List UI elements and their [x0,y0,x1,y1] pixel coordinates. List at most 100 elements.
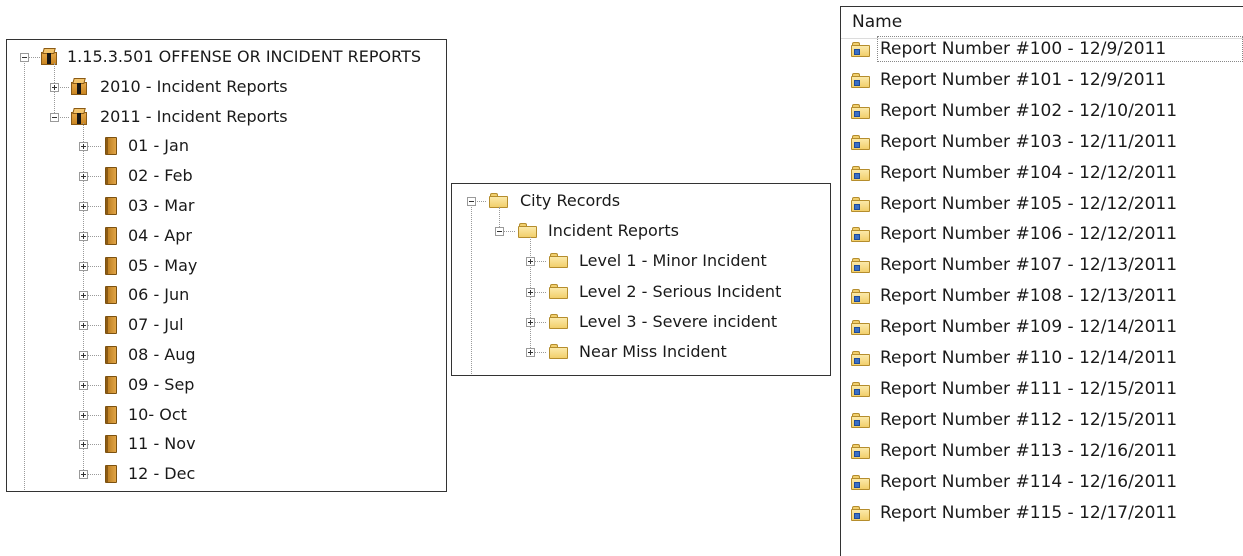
folder-icon [549,283,568,299]
month-expand-toggle[interactable] [79,321,88,331]
archive-box-icon [71,107,87,125]
incident-level-expand-toggle[interactable] [526,348,535,357]
city-records-tree-panel: City Records Incident Reports Level 1 - Mi… [451,183,831,376]
city-records-collapse-toggle[interactable] [467,197,476,206]
folder-shortcut-icon [851,505,870,521]
report-list-item[interactable]: Report Number #100 - 12/9/2011 [841,35,1243,65]
report-name: Report Number #102 - 12/10/2011 [880,100,1178,121]
report-name: Report Number #101 - 12/9/2011 [880,69,1167,90]
binder-icon [105,375,117,394]
folder-shortcut-icon [851,412,870,428]
tree-node-root[interactable]: 1.15.3.501 OFFENSE OR INCIDENT REPORTS [67,45,421,69]
folder-shortcut-icon [851,443,870,459]
binder-icon [105,167,117,186]
folder-icon [549,344,568,359]
report-list-item[interactable]: Report Number #106 - 12/12/2011 [841,220,1243,250]
tree-node-month[interactable]: 08 - Aug [128,343,196,367]
binder-icon [105,226,117,245]
report-name: Report Number #105 - 12/12/2011 [880,193,1178,214]
tree-node-month[interactable]: 07 - Jul [128,313,184,337]
report-list-item[interactable]: Report Number #108 - 12/13/2011 [841,282,1243,312]
tree-line [471,201,472,375]
folder-shortcut-icon [851,289,870,305]
folder-shortcut-icon [851,227,870,243]
binder-icon [105,316,117,335]
report-list-item[interactable]: Report Number #107 - 12/13/2011 [841,251,1243,281]
year-expand-toggle[interactable] [50,112,59,122]
month-expand-toggle[interactable] [79,351,88,360]
tree-node-incident-level[interactable]: Level 3 - Severe incident [579,310,777,334]
tree-line [24,57,25,491]
report-list-item[interactable]: Report Number #101 - 12/9/2011 [841,66,1243,96]
year-expand-toggle[interactable] [50,82,59,92]
binder-icon [105,405,117,424]
tree-node-incident-reports[interactable]: Incident Reports [548,219,679,243]
folder-shortcut-icon [851,42,870,57]
month-expand-toggle[interactable] [79,142,88,152]
tree-node-month[interactable]: 12 - Dec [128,462,195,486]
tree-node-month[interactable]: 05 - May [128,254,197,278]
tree-node-incident-level[interactable]: Level 1 - Minor Incident [579,249,767,273]
folder-shortcut-icon [851,320,870,336]
incident-level-expand-toggle[interactable] [526,257,535,267]
report-name: Report Number #103 - 12/11/2011 [880,131,1178,152]
tree-node-month[interactable]: 11 - Nov [128,432,196,456]
tree-node-incident-level[interactable]: Level 2 - Serious Incident [579,280,781,304]
tree-node-month[interactable]: 09 - Sep [128,373,194,397]
report-list-item[interactable]: Report Number #105 - 12/12/2011 [841,190,1243,220]
tree-node-month[interactable]: 03 - Mar [128,194,195,218]
report-list-item[interactable]: Report Number #112 - 12/15/2011 [841,406,1243,436]
month-expand-toggle[interactable] [79,380,88,390]
report-list-item[interactable]: Report Number #109 - 12/14/2011 [841,313,1243,343]
name-column-header-label: Name [852,12,903,32]
records-tree: 1.15.3.501 OFFENSE OR INCIDENT REPORTS 20… [7,40,446,491]
tree-node-city-records[interactable]: City Records [520,189,620,213]
archive-box-icon [71,77,87,95]
folder-shortcut-icon [851,351,870,366]
tree-node-month[interactable]: 02 - Feb [128,164,193,188]
report-list-item[interactable]: Report Number #114 - 12/16/2011 [841,468,1243,498]
month-expand-toggle[interactable] [79,410,88,420]
report-list-item[interactable]: Report Number #102 - 12/10/2011 [841,97,1243,127]
report-name: Report Number #115 - 12/17/2011 [880,502,1178,523]
tree-node-year[interactable]: 2010 - Incident Reports [100,75,288,99]
report-list-item[interactable]: Report Number #104 - 12/12/2011 [841,159,1243,189]
report-list-item[interactable]: Report Number #110 - 12/14/2011 [841,344,1243,374]
tree-node-incident-level[interactable]: Near Miss Incident [579,340,727,364]
month-expand-toggle[interactable] [79,202,88,211]
tree-node-month[interactable]: 04 - Apr [128,224,192,248]
month-expand-toggle[interactable] [79,261,88,271]
report-list-item[interactable]: Report Number #113 - 12/16/2011 [841,437,1243,467]
binder-icon [105,286,117,305]
report-list-item[interactable]: Report Number #111 - 12/15/2011 [841,375,1243,405]
report-name: Report Number #100 - 12/9/2011 [877,36,1243,62]
month-expand-toggle[interactable] [79,470,88,480]
report-list-item[interactable]: Report Number #103 - 12/11/2011 [841,128,1243,158]
binder-icon [105,346,117,364]
report-name: Report Number #108 - 12/13/2011 [880,286,1178,307]
folder-shortcut-icon [851,72,870,88]
incident-level-expand-toggle[interactable] [526,287,535,297]
month-expand-toggle[interactable] [79,172,88,182]
tree-node-month[interactable]: 06 - Jun [128,283,189,307]
month-expand-toggle[interactable] [79,231,88,241]
report-list-item[interactable]: Report Number #115 - 12/17/2011 [841,499,1243,529]
binder-icon [105,256,117,275]
report-name: Report Number #114 - 12/16/2011 [880,471,1178,492]
folder-shortcut-icon [851,196,870,212]
tree-node-month[interactable]: 10- Oct [128,403,187,427]
tree-node-year[interactable]: 2011 - Incident Reports [100,105,288,129]
root-collapse-toggle[interactable] [20,53,29,62]
month-expand-toggle[interactable] [79,440,88,450]
binder-icon [105,435,117,454]
incident-level-expand-toggle[interactable] [526,317,535,327]
folder-shortcut-icon [851,474,870,490]
folder-shortcut-icon [851,134,870,150]
incident-reports-collapse-toggle[interactable] [495,227,504,237]
report-name: Report Number #104 - 12/12/2011 [880,162,1178,183]
folder-shortcut-icon [851,165,870,181]
tree-node-month[interactable]: 01 - Jan [128,134,189,158]
report-name: Report Number #113 - 12/16/2011 [880,440,1178,461]
month-expand-toggle[interactable] [79,291,88,301]
records-tree-panel: 1.15.3.501 OFFENSE OR INCIDENT REPORTS 20… [6,39,447,492]
